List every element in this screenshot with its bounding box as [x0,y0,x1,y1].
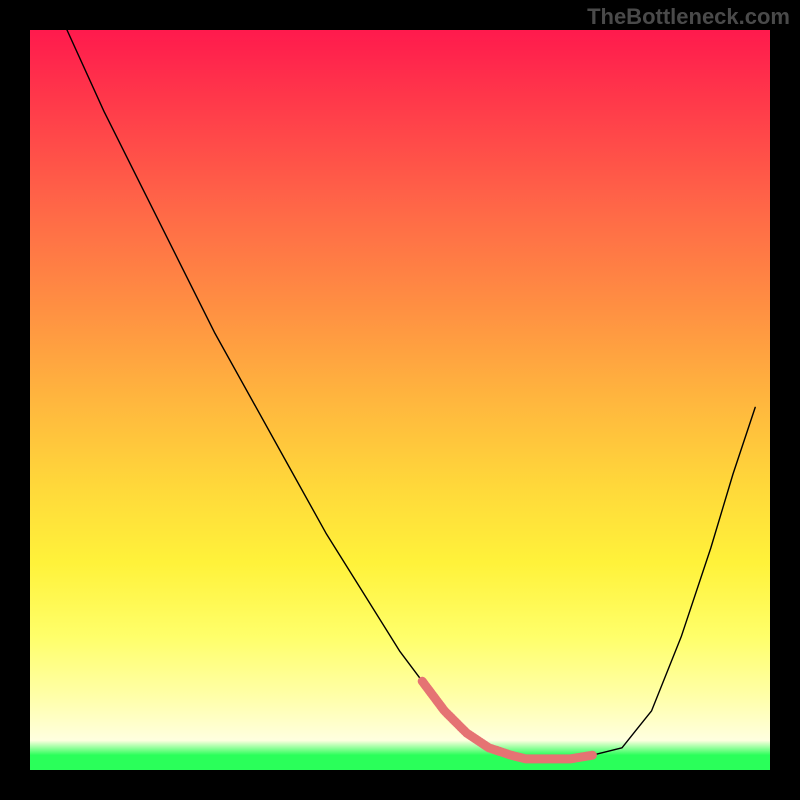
series-black-curve [67,30,755,759]
series-pink-highlight [422,681,592,759]
chart-frame: TheBottleneck.com [0,0,800,800]
chart-svg [30,30,770,770]
plot-area [30,30,770,770]
watermark-text: TheBottleneck.com [587,4,790,30]
